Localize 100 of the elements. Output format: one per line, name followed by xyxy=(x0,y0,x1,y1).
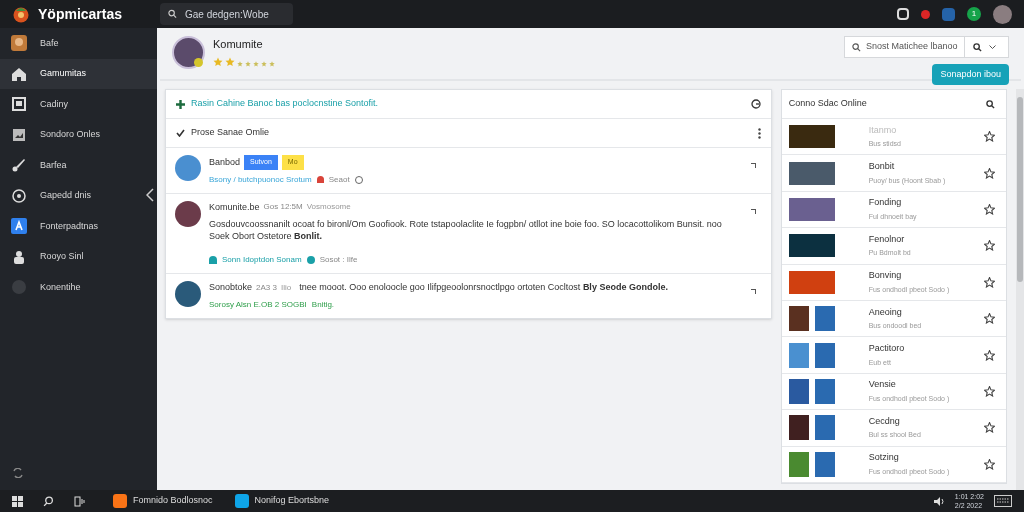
collapse-icon[interactable] xyxy=(146,188,154,202)
item-title: Bonbit xyxy=(868,160,896,174)
author-name: Banbod xyxy=(209,155,241,169)
user-avatar[interactable] xyxy=(993,4,1012,24)
windows-icon[interactable] xyxy=(12,495,23,507)
thumbnail-image xyxy=(814,415,835,441)
post-text: tnee mooot. Ooo enoloocle goo Ilifpgeoolonrsnoctlpgo ortoten Cocltost Bly Seode Gondole. xyxy=(299,281,668,293)
keyboard-icon[interactable] xyxy=(994,495,1012,507)
sidebar-item[interactable]: Sondoro Onles xyxy=(0,119,157,150)
notification-icon[interactable] xyxy=(921,9,930,19)
post-time: Gos 12:5M xyxy=(263,201,303,214)
post-action[interactable]: Sorosy Alsn E.OB 2 SOGBI xyxy=(209,298,307,311)
disc-icon xyxy=(11,187,27,204)
taskbar-app[interactable]: Fomnido Bodlosnoc xyxy=(133,494,213,508)
item-title: Sotzing xyxy=(868,451,900,465)
thumbnail-image xyxy=(788,342,809,368)
home-icon xyxy=(11,65,27,82)
item-title: Fonding xyxy=(868,196,903,210)
sidebar-item[interactable]: Bafe xyxy=(0,28,157,59)
square-icon xyxy=(11,96,27,113)
search-field[interactable]: Snost Matichee lbanoo xyxy=(844,36,1009,58)
avatar xyxy=(175,155,201,181)
post-meta: Bsony / butchpuonoc Srotum xyxy=(209,173,312,186)
thumbnail-image xyxy=(814,451,835,477)
refresh-icon[interactable] xyxy=(750,99,761,109)
filter-row[interactable]: Prose Sanae Omlie xyxy=(166,119,771,148)
sidebar-item[interactable]: Rooyo Sinl xyxy=(0,241,157,272)
post-count: Sosot : Ilfe xyxy=(319,254,358,266)
panel-title: Conno Sdac Online xyxy=(788,97,867,111)
expand-icon[interactable] xyxy=(750,208,756,214)
speaker-icon[interactable] xyxy=(933,496,945,506)
scrollbar[interactable] xyxy=(1016,89,1024,490)
thumbnail-image xyxy=(788,161,835,185)
star-icon[interactable] xyxy=(984,276,996,288)
star-icon[interactable] xyxy=(984,458,996,470)
expand-icon[interactable] xyxy=(750,289,756,294)
profile-name: Komumite xyxy=(213,37,264,52)
logo-icon xyxy=(12,5,30,23)
item-title: Aneoing xyxy=(868,305,903,319)
avatar xyxy=(175,200,201,227)
post-count: Bnitig. xyxy=(311,298,335,311)
sync-icon[interactable] xyxy=(12,468,24,478)
thumbnail-image xyxy=(788,451,809,477)
post-text: Gosdouvcoossnanilt ocoat fo bironl/Om Goofiook. Rote tstapoolaclite Ie fogpbn/ otllot ine boie foo. SO locacottolikom Bunsit. noo Soek Obort Ostetore Bonlit. xyxy=(209,218,723,242)
star-icon[interactable] xyxy=(984,203,996,215)
app-icon[interactable] xyxy=(234,494,249,508)
search-input[interactable]: Gae dedgen:Wobe xyxy=(185,6,285,22)
app-icon xyxy=(11,218,27,235)
search-field[interactable]: Gae dedgen:Wobe xyxy=(160,3,293,25)
star-icon[interactable] xyxy=(984,167,996,179)
sidebar-item[interactable]: Gapedd dnis xyxy=(0,180,157,211)
item-title: Vensie xyxy=(868,378,897,392)
thumbnail-image xyxy=(788,197,835,221)
thumbnail-image xyxy=(788,270,835,294)
star-icon[interactable] xyxy=(984,349,996,361)
star-icon[interactable] xyxy=(984,385,996,397)
taskbar-app[interactable]: Nonifog Ebortsbne xyxy=(254,494,330,508)
plus-icon xyxy=(176,99,185,109)
search-input[interactable]: Snost Matichee lbanoo xyxy=(866,40,964,54)
puzzle-icon[interactable] xyxy=(897,8,909,20)
task-view-icon[interactable] xyxy=(74,495,85,507)
sidebar-item[interactable]: Konentihe xyxy=(0,272,157,303)
item-title: Bonving xyxy=(868,269,903,283)
search-icon xyxy=(168,9,177,19)
expand-icon[interactable] xyxy=(750,163,756,168)
thumbnail-image xyxy=(814,378,835,404)
item-title: Fenolnor xyxy=(868,232,906,246)
star-icon[interactable] xyxy=(984,131,996,143)
item-title: Itanmo xyxy=(868,123,898,137)
filter-label: Prose Sanae Omlie xyxy=(191,126,270,140)
post-subtitle: Vosmosome xyxy=(306,201,351,214)
banner-text: Rasin Cahine Banoc bas poclocnstine Sontofit. xyxy=(191,97,379,111)
search-icon[interactable] xyxy=(43,495,54,507)
avatar xyxy=(175,281,201,307)
search-icon xyxy=(852,42,861,52)
chevron-icon xyxy=(989,45,996,49)
thumbnail-image xyxy=(788,125,835,149)
more-icon[interactable] xyxy=(757,127,761,139)
sidebar-item[interactable]: Fonterpadtnas xyxy=(0,211,157,242)
person-icon xyxy=(209,256,217,264)
author-name: Komunite.be xyxy=(209,200,260,214)
person-icon xyxy=(11,248,27,265)
mail-icon[interactable] xyxy=(942,7,955,21)
item-title: Pactitoro xyxy=(868,342,906,356)
star-icon[interactable] xyxy=(984,313,996,325)
sidebar-item[interactable]: Barfea xyxy=(0,150,157,181)
check-icon xyxy=(176,129,185,137)
thumbnail-image xyxy=(788,378,809,404)
avatar xyxy=(172,36,205,69)
circle-icon xyxy=(11,279,27,296)
search-icon[interactable] xyxy=(986,99,996,109)
sidebar-item[interactable]: Cadiny xyxy=(0,89,157,120)
image-icon xyxy=(11,126,27,143)
thumbnail-image xyxy=(788,306,809,332)
warning-icon xyxy=(316,176,324,183)
brush-icon xyxy=(11,157,27,174)
sidebar-item[interactable]: Gamumitas xyxy=(0,58,157,89)
star-icon[interactable] xyxy=(984,240,996,252)
badge-icon xyxy=(306,256,315,264)
star-icon[interactable] xyxy=(984,422,996,434)
